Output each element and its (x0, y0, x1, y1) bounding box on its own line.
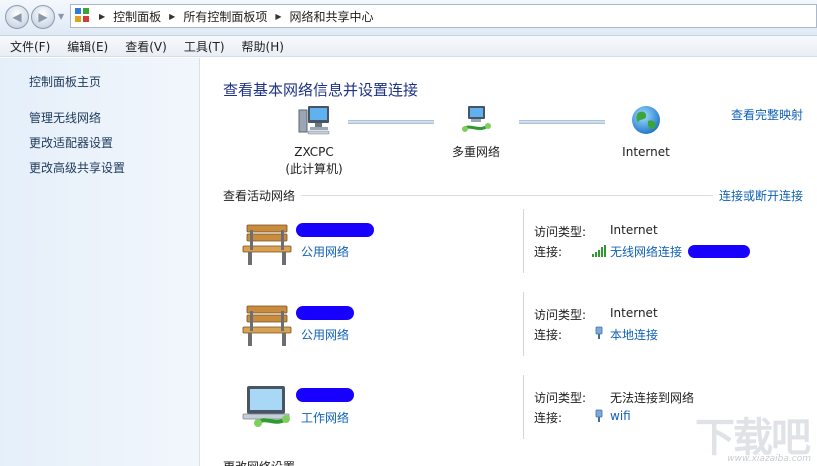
wifi-connection-link[interactable]: wifi (610, 409, 631, 423)
internet-label: Internet (622, 145, 670, 159)
sidebar-control-panel-home[interactable]: 控制面板主页 (29, 73, 101, 90)
back-button[interactable]: ◀ (5, 5, 29, 29)
park-bench-icon (242, 305, 292, 346)
watermark-url: www.xiazaiba.com (727, 454, 811, 464)
active-networks-label: 查看活动网络 (223, 189, 296, 203)
ethernet-plug-icon (595, 326, 603, 339)
work-computer-icon (242, 386, 290, 427)
network-type-link[interactable]: 公用网络 (301, 243, 349, 260)
sidebar: 控制面板主页 管理无线网络 更改适配器设置 更改高级共享设置 (0, 58, 200, 466)
menu-file[interactable]: 文件(F) (0, 38, 57, 55)
sidebar-change-adapter[interactable]: 更改适配器设置 (29, 134, 113, 151)
access-type-value: Internet (610, 223, 658, 237)
network-name-redacted (296, 223, 374, 237)
back-arrow-icon: ◀ (12, 10, 22, 24)
connection-label: 连接: (534, 245, 563, 259)
access-type-value: Internet (610, 306, 658, 320)
access-type-label: 访问类型: (534, 308, 587, 322)
park-bench-icon (242, 224, 292, 265)
connection-name-redacted (688, 245, 750, 258)
network-divider (523, 375, 524, 439)
network-type-link[interactable]: 工作网络 (301, 409, 349, 426)
map-connector-line (519, 120, 605, 124)
menu-help[interactable]: 帮助(H) (232, 38, 291, 55)
chevron-right-icon[interactable]: ▶ (99, 12, 105, 21)
connection-label: 连接: (534, 411, 563, 425)
control-panel-icon (75, 8, 91, 24)
access-type-value: 无法连接到网络 (610, 391, 695, 405)
chevron-right-icon[interactable]: ▶ (275, 12, 281, 21)
access-type-label: 访问类型: (534, 225, 587, 239)
map-multiple-networks-node[interactable]: 多重网络 (441, 104, 511, 161)
access-type-label: 访问类型: (534, 391, 587, 405)
menu-tools[interactable]: 工具(T) (174, 38, 232, 55)
forward-arrow-icon: ▶ (38, 10, 48, 24)
network-bench-icon (461, 106, 491, 132)
breadcrumb-all-items[interactable]: 所有控制面板项 (183, 8, 267, 25)
wifi-signal-icon (592, 245, 606, 257)
computer-name: ZXCPC (294, 145, 334, 159)
connect-disconnect-link[interactable]: 连接或断开连接 (719, 187, 803, 204)
forward-button[interactable]: ▶ (31, 5, 55, 29)
menu-view[interactable]: 查看(V) (115, 38, 174, 55)
computer-subtitle: (此计算机) (285, 162, 343, 176)
breadcrumb-control-panel[interactable]: 控制面板 (113, 8, 161, 25)
wireless-connection-link[interactable]: 无线网络连接 (610, 243, 682, 260)
change-network-settings-heading: 更改网络设置 (223, 458, 295, 466)
menu-edit[interactable]: 编辑(E) (57, 38, 115, 55)
map-internet-node[interactable]: Internet (611, 104, 681, 161)
ethernet-plug-icon (595, 409, 603, 422)
sidebar-manage-wireless[interactable]: 管理无线网络 (29, 109, 101, 126)
site-watermark: 下载吧 www.xiazaiba.com (692, 405, 817, 466)
breadcrumb-network-center[interactable]: 网络和共享中心 (290, 8, 374, 25)
address-bar[interactable]: ▶ 控制面板 ▶ 所有控制面板项 ▶ 网络和共享中心 (70, 4, 817, 28)
network-type-link[interactable]: 公用网络 (301, 326, 349, 343)
map-connector-line (348, 120, 434, 124)
network-divider (523, 209, 524, 273)
network-divider (523, 292, 524, 356)
menu-bar: 文件(F) 编辑(E) 查看(V) 工具(T) 帮助(H) (0, 36, 817, 57)
multiple-networks-label: 多重网络 (451, 145, 500, 159)
map-computer-node[interactable]: ZXCPC (此计算机) (279, 104, 349, 178)
chevron-right-icon[interactable]: ▶ (169, 12, 175, 21)
computer-icon (298, 106, 330, 135)
network-name-redacted (296, 388, 354, 402)
address-toolbar: ◀ ▶ ▼ ▶ 控制面板 ▶ 所有控制面板项 ▶ 网络和共享中心 (0, 0, 817, 36)
section-divider (301, 195, 713, 196)
network-name-redacted (296, 306, 354, 320)
page-title: 查看基本网络信息并设置连接 (223, 81, 419, 99)
sidebar-advanced-sharing[interactable]: 更改高级共享设置 (29, 159, 125, 176)
local-connection-link[interactable]: 本地连接 (610, 326, 658, 343)
recent-pages-dropdown[interactable]: ▼ (58, 12, 67, 21)
globe-icon (632, 106, 660, 134)
see-full-map-link[interactable]: 查看完整映射 (731, 106, 803, 123)
chevron-down-icon: ▼ (58, 12, 65, 21)
connection-label: 连接: (534, 328, 563, 342)
